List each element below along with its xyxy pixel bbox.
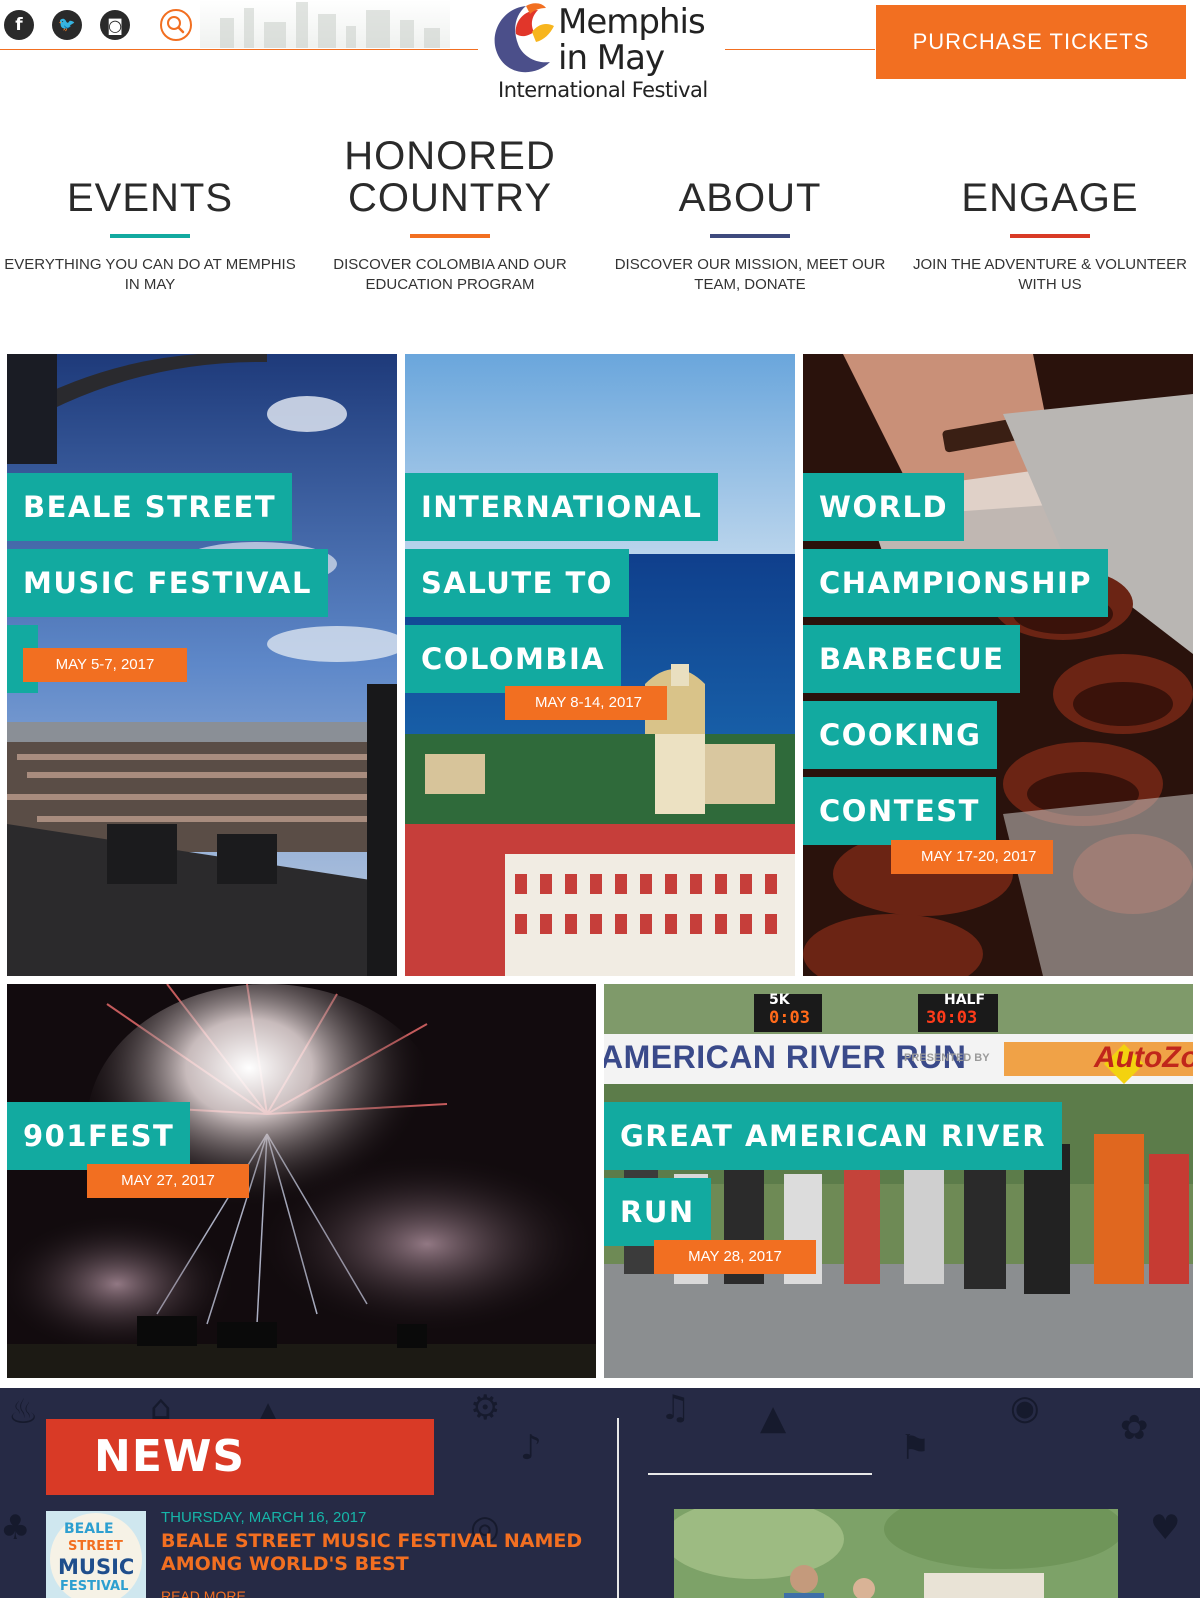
decorative-icon: ✿ [1120,1408,1149,1448]
nav-underline-about [710,234,790,238]
event-tile-beale-street[interactable]: BEALE STREET MUSIC FESTIVAL MAY 5-7, 201… [7,354,397,976]
event-tag-line: SALUTE TO [405,549,629,617]
nav-underline-honored-country [410,234,490,238]
nav-underline-engage [1010,234,1090,238]
decorative-icon: ⚙ [470,1388,501,1428]
facebook-icon[interactable]: f [4,10,34,40]
event-tile-barbecue-contest[interactable]: WORLD CHAMPIONSHIP BARBECUE COOKING CONT… [803,354,1193,976]
nav-desc-events: EVERYTHING YOU CAN DO AT MEMPHIS IN MAY [4,256,296,293]
decorative-icon: ♨ [8,1392,39,1432]
nav-title-honored: HONORED [344,134,556,178]
decorative-icon: ♣ [0,1508,31,1548]
nav-desc-about: DISCOVER OUR MISSION, MEET OUR TEAM, DON… [614,256,886,293]
decorative-icon: ▲ [760,1398,787,1438]
main-navigation: EVENTS EVERYTHING YOU CAN DO AT MEMPHIS … [0,120,1200,310]
event-date-badge: MAY 27, 2017 [87,1164,249,1198]
thumb-text: BEALE [64,1521,114,1537]
news-date: THURSDAY, MARCH 16, 2017 [161,1509,367,1526]
news-headline-link[interactable]: BEALE STREET MUSIC FESTIVAL NAMED AMONG … [161,1530,601,1576]
site-header: f 🐦 ◙ Memphis in May International Festi… [0,0,1200,110]
nav-title-engage: ENGAGE [961,176,1139,220]
thumb-text: STREET [68,1539,123,1554]
race-clock-label: 5K [769,992,790,1008]
event-tag-line: CONTEST [803,777,996,845]
decorative-icon: ⚑ [900,1428,931,1468]
event-date-badge: MAY 8-14, 2017 [505,686,667,720]
nav-title-country: COUNTRY [347,176,553,220]
event-date-badge: MAY 17-20, 2017 [891,840,1053,874]
race-clock-time: 30:03 [926,1008,978,1028]
search-icon[interactable] [160,9,192,41]
race-banner-presented: PRESENTED BY [904,1052,990,1064]
news-column-divider [617,1418,619,1598]
news-thumbnail[interactable]: BEALE STREET MUSIC FESTIVAL [46,1511,146,1598]
logo-text-in-may: in May [558,38,665,78]
event-tag-line: MUSIC FESTIVAL [7,549,328,617]
nav-title-about: ABOUT [678,176,822,220]
event-tag-line: COOKING [803,701,998,769]
site-logo[interactable]: Memphis in May International Festival [486,0,726,104]
event-tag-line: WORLD [803,473,965,541]
purchase-tickets-button[interactable]: PURCHASE TICKETS [876,5,1186,79]
decorative-icon: ♫ [660,1388,691,1428]
skyline-graphic [200,0,450,48]
nav-title-events: EVENTS [66,176,234,220]
nav-underline-events [110,234,190,238]
race-clock-time: 0:03 [769,1008,810,1028]
twitter-icon[interactable]: 🐦 [52,10,82,40]
logo-text-memphis: Memphis [558,2,706,42]
race-clock-label: HALF [944,992,986,1008]
logo-text-festival: International Festival [498,78,708,102]
decorative-icon: ♪ [520,1428,542,1468]
event-tag-line: CHAMPIONSHIP [803,549,1109,617]
event-tag-line: COLOMBIA [405,625,622,693]
news-rule [648,1473,872,1475]
feature-photo-art [674,1509,1118,1598]
header-divider-left [0,49,478,50]
event-tile-901fest[interactable]: 901FEST MAY 27, 2017 [7,984,596,1378]
news-section: ♨ ⌂ ▲ ⚙ ♪ ◎ ♫ ▲ ⚑ ◉ ✿ ♥ ♣ NEWS BEALE STR… [0,1388,1200,1598]
event-tag-line: INTERNATIONAL [405,473,719,541]
news-feature-photo[interactable] [674,1509,1118,1598]
decorative-icon: ◉ [1010,1388,1040,1428]
event-tile-salute-to-colombia[interactable]: INTERNATIONAL SALUTE TO COLOMBIA MAY 8-1… [405,354,795,976]
instagram-icon[interactable]: ◙ [100,10,130,40]
read-more-link[interactable]: READ MORE [161,1588,246,1598]
event-date-badge: MAY 5-7, 2017 [23,648,187,682]
event-tile-great-american-river-run[interactable]: 5K 0:03 HALF 30:03 AMERICAN RIVER RUN PR… [604,984,1193,1378]
nav-desc-honored-country: DISCOVER COLOMBIA AND OUR EDUCATION PROG… [333,256,567,293]
header-divider-right [725,49,875,50]
race-banner-sponsor: AutoZo [1094,1041,1193,1074]
thumb-text: MUSIC [58,1555,135,1579]
event-tag-line: 901FEST [7,1102,191,1170]
logo-mark-icon [494,3,554,73]
event-date-badge: MAY 28, 2017 [654,1240,816,1274]
decorative-icon: ♥ [1150,1508,1181,1548]
thumb-text: FESTIVAL [60,1579,129,1594]
event-tag-line: GREAT AMERICAN RIVER [604,1102,1063,1170]
news-heading: NEWS [46,1419,434,1495]
nav-desc-engage: JOIN THE ADVENTURE & VOLUNTEER WITH US [913,256,1187,293]
event-tag-line: BEALE STREET [7,473,293,541]
magnifier-glyph [167,16,185,34]
event-tag-line: BARBECUE [803,625,1021,693]
event-tag-line: RUN [604,1178,711,1246]
